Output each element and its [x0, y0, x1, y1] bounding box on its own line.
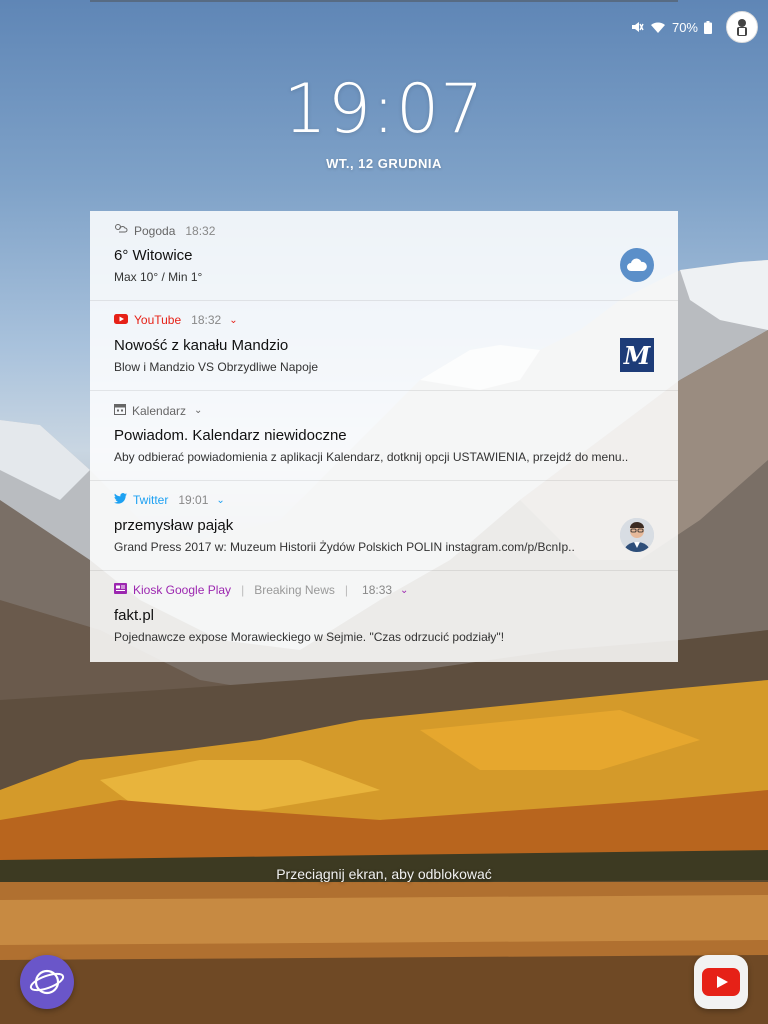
- notification-time: 19:01: [178, 493, 209, 507]
- notification-time: 18:32: [191, 313, 222, 327]
- notification-app-name: Pogoda: [134, 223, 176, 238]
- wifi-icon: [650, 21, 666, 34]
- lockscreen-date: WT., 12 GRUDNIA: [326, 156, 442, 171]
- notification-app-name: Twitter: [133, 493, 169, 507]
- youtube-app-icon[interactable]: [694, 955, 748, 1009]
- newsstand-icon: [114, 583, 127, 597]
- notification-title: 6° Witowice: [114, 247, 193, 264]
- notification-twitter[interactable]: Twitter 19:01 ⌄ przemysław pająk Grand P…: [90, 481, 678, 571]
- notification-body: Blow i Mandzio VS Obrzydliwe Napoje: [114, 360, 319, 374]
- twitter-icon: [114, 493, 127, 507]
- channel-logo-icon: M: [620, 338, 654, 372]
- notification-body: Max 10° / Min 1°: [114, 270, 203, 284]
- youtube-icon: [114, 313, 128, 327]
- notification-header: Kiosk Google Play | Breaking News | 18:3…: [114, 583, 408, 597]
- calendar-icon: [114, 403, 126, 418]
- notification-time: 18:33: [362, 583, 393, 597]
- notification-header: Kalendarz ⌄: [114, 403, 202, 418]
- samsung-internet-icon[interactable]: [20, 955, 74, 1009]
- notification-youtube[interactable]: YouTube 18:32 ⌄ Nowość z kanału Mandzio …: [90, 301, 678, 391]
- notification-title: Powiadom. Kalendarz niewidoczne: [114, 427, 347, 444]
- notification-calendar[interactable]: Kalendarz ⌄ Powiadom. Kalendarz niewidoc…: [90, 391, 678, 481]
- notification-time: 18:32: [185, 223, 216, 238]
- header-separator: |: [241, 583, 245, 597]
- notification-panel: Pogoda 18:32 6° Witowice Max 10° / Min 1…: [90, 211, 678, 662]
- notification-app-name: Kalendarz: [132, 403, 187, 418]
- notification-title: fakt.pl: [114, 607, 155, 624]
- notification-newsstand[interactable]: Kiosk Google Play | Breaking News | 18:3…: [90, 571, 678, 662]
- notification-header: YouTube 18:32 ⌄: [114, 313, 238, 327]
- notification-body: Aby odbierać powiadomienia z aplikacji K…: [114, 450, 629, 464]
- cloud-icon: [620, 248, 654, 282]
- header-separator: |: [344, 583, 349, 597]
- notification-body: Grand Press 2017 w: Muzeum Historii Żydó…: [114, 540, 575, 554]
- chevron-down-icon[interactable]: ⌄: [216, 495, 224, 506]
- notification-header: Twitter 19:01 ⌄: [114, 493, 225, 507]
- unlock-hint: Przeciągnij ekran, aby odblokować: [276, 866, 492, 882]
- battery-percent: 70%: [671, 19, 698, 35]
- lockscreen-clock: 19:07: [283, 70, 485, 149]
- notification-weather[interactable]: Pogoda 18:32 6° Witowice Max 10° / Min 1…: [90, 211, 678, 301]
- user-avatar: [620, 518, 654, 552]
- notification-header: Pogoda 18:32: [114, 223, 215, 238]
- chevron-down-icon[interactable]: ⌄: [194, 405, 202, 416]
- chevron-down-icon[interactable]: ⌄: [400, 585, 408, 596]
- mute-icon: [630, 20, 644, 34]
- notification-title: Nowość z kanału Mandzio: [114, 337, 289, 354]
- status-bar: 70%: [630, 11, 758, 43]
- notification-app-name: YouTube: [134, 313, 182, 327]
- notification-title: przemysław pająk: [114, 517, 234, 534]
- top-indicator-line: [90, 0, 678, 2]
- weather-icon: [114, 223, 128, 238]
- chevron-down-icon[interactable]: ⌄: [229, 315, 237, 326]
- battery-icon: [704, 20, 712, 34]
- notification-body: Pojednawcze expose Morawieckiego w Sejmi…: [114, 630, 505, 644]
- notification-app-name: Kiosk Google Play: [133, 583, 232, 597]
- profile-avatar-icon[interactable]: [726, 11, 758, 43]
- notification-subtext: Breaking News: [254, 583, 335, 597]
